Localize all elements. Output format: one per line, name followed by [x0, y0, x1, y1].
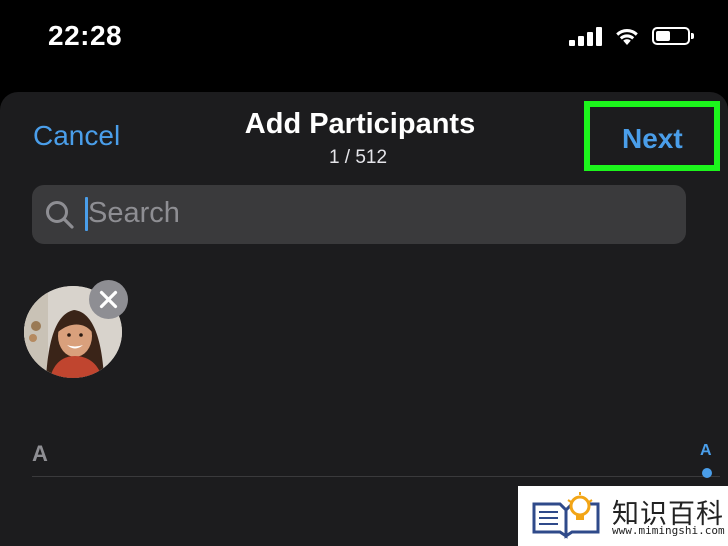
remove-participant-button[interactable]	[89, 280, 128, 319]
close-icon	[99, 290, 118, 309]
battery-icon	[652, 27, 694, 45]
index-letter-a[interactable]: A	[700, 442, 712, 460]
status-bar: 22:28	[0, 0, 728, 90]
index-dot[interactable]	[702, 468, 712, 478]
watermark-url: www.mimingshi.com	[612, 524, 725, 537]
cellular-signal-icon	[569, 26, 602, 46]
add-participants-sheet: Cancel Add Participants 1 / 512 Next Sea…	[0, 92, 728, 546]
book-lightbulb-logo-icon	[532, 492, 600, 539]
next-button[interactable]: Next	[622, 123, 683, 155]
search-placeholder: Search	[88, 197, 180, 229]
next-highlight-box: Next	[584, 101, 720, 171]
wifi-icon	[616, 29, 638, 45]
search-input[interactable]: Search	[32, 185, 686, 244]
selected-participant[interactable]	[24, 280, 128, 378]
search-icon	[46, 201, 74, 229]
status-time: 22:28	[48, 20, 123, 51]
status-icons	[569, 26, 694, 46]
section-header-a: A	[32, 441, 48, 466]
watermark: 知识百科 www.mimingshi.com	[518, 486, 728, 546]
section-divider	[32, 476, 720, 477]
